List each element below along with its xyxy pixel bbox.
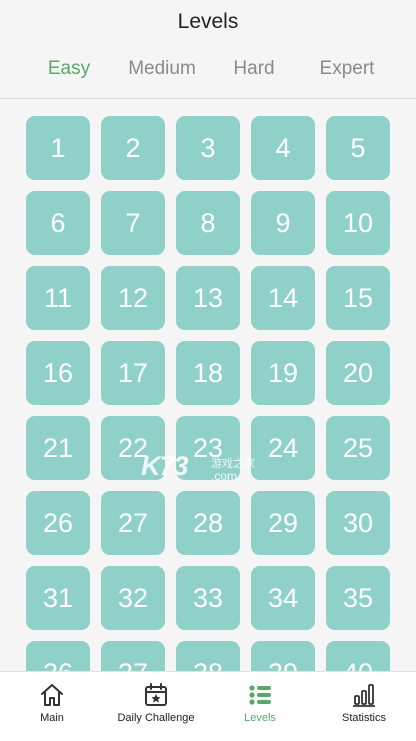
level-tile[interactable]: 20: [326, 341, 390, 405]
level-tile[interactable]: 37: [101, 641, 165, 671]
level-tile[interactable]: 8: [176, 191, 240, 255]
level-tile[interactable]: 35: [326, 566, 390, 630]
level-tile[interactable]: 5: [326, 116, 390, 180]
level-tile[interactable]: 11: [26, 266, 90, 330]
level-tile[interactable]: 38: [176, 641, 240, 671]
level-tile[interactable]: 25: [326, 416, 390, 480]
level-tile[interactable]: 2: [101, 116, 165, 180]
level-tile[interactable]: 36: [26, 641, 90, 671]
level-grid: 1 2 3 4 5 6 7 8 9 10 11 12 13 14 15 16 17 18 19 20 21 22 23 24 2…: [26, 116, 390, 671]
page-title: Levels: [177, 10, 239, 33]
home-icon: [41, 684, 63, 706]
level-tile[interactable]: 12: [101, 266, 165, 330]
level-tile[interactable]: 24: [251, 416, 315, 480]
level-tile[interactable]: 19: [251, 341, 315, 405]
level-tile[interactable]: 1: [26, 116, 90, 180]
level-tile[interactable]: 27: [101, 491, 165, 555]
level-tile[interactable]: 3: [176, 116, 240, 180]
level-tile[interactable]: 30: [326, 491, 390, 555]
level-tile[interactable]: 29: [251, 491, 315, 555]
nav-levels[interactable]: Levels: [208, 672, 312, 741]
level-tile[interactable]: 6: [26, 191, 90, 255]
level-tile[interactable]: 14: [251, 266, 315, 330]
level-tile[interactable]: 17: [101, 341, 165, 405]
level-tile[interactable]: 21: [26, 416, 90, 480]
level-tile[interactable]: 32: [101, 566, 165, 630]
nav-daily-challenge[interactable]: Daily Challenge: [104, 672, 208, 741]
level-tile[interactable]: 39: [251, 641, 315, 671]
nav-main[interactable]: Main: [0, 672, 104, 741]
nav-daily-challenge-label: Daily Challenge: [117, 712, 195, 724]
level-tile[interactable]: 23: [176, 416, 240, 480]
level-tile[interactable]: 10: [326, 191, 390, 255]
tab-easy[interactable]: Easy: [48, 58, 90, 80]
level-tile[interactable]: 7: [101, 191, 165, 255]
level-tile[interactable]: 13: [176, 266, 240, 330]
header: Levels Easy Medium Hard Expert: [0, 0, 416, 99]
level-tile[interactable]: 33: [176, 566, 240, 630]
tab-medium[interactable]: Medium: [128, 58, 196, 80]
level-tile[interactable]: 34: [251, 566, 315, 630]
level-tile[interactable]: 40: [326, 641, 390, 671]
level-tile[interactable]: 31: [26, 566, 90, 630]
level-tile[interactable]: 22: [101, 416, 165, 480]
bar-chart-icon: [353, 684, 375, 707]
calendar-star-icon: [145, 683, 167, 706]
level-grid-scroll[interactable]: 1 2 3 4 5 6 7 8 9 10 11 12 13 14 15 16 17 18 19 20 21 22 23 24 2…: [0, 99, 416, 671]
nav-main-label: Main: [40, 712, 64, 724]
level-tile[interactable]: 4: [251, 116, 315, 180]
nav-statistics-label: Statistics: [341, 712, 386, 724]
nav-statistics[interactable]: Statistics: [312, 672, 416, 741]
level-tile[interactable]: 9: [251, 191, 315, 255]
level-tile[interactable]: 18: [176, 341, 240, 405]
level-tile[interactable]: 28: [176, 491, 240, 555]
level-tile[interactable]: 16: [26, 341, 90, 405]
list-icon: [249, 685, 271, 705]
tab-hard[interactable]: Hard: [233, 58, 274, 80]
level-tile[interactable]: 15: [326, 266, 390, 330]
difficulty-tabs: Easy Medium Hard Expert: [0, 58, 416, 84]
nav-levels-label: Levels: [244, 712, 276, 724]
level-tile[interactable]: 26: [26, 491, 90, 555]
tab-expert[interactable]: Expert: [320, 58, 375, 80]
bottom-nav: Main Daily Challenge Levels Statistics: [0, 671, 416, 741]
